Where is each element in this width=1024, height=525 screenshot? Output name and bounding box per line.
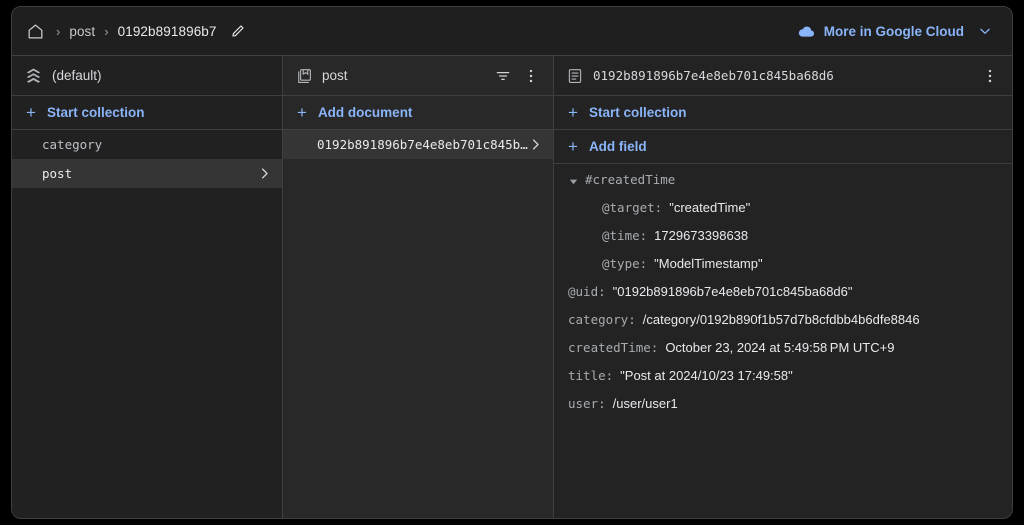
chevron-right-icon: [528, 137, 543, 152]
document-header-actions: [978, 64, 1002, 88]
top-bar: › post › 0192b891896b7 More in Google Cl…: [12, 7, 1012, 56]
collection-label: category: [42, 137, 103, 152]
field-row[interactable]: #createdTime: [554, 169, 1012, 197]
add-document-button[interactable]: + Add document: [283, 96, 553, 130]
collection-header-actions: [491, 64, 543, 88]
more-in-google-cloud-button[interactable]: More in Google Cloud: [791, 18, 998, 45]
database-name: (default): [52, 68, 102, 83]
field-row[interactable]: @target: "createdTime": [554, 197, 1012, 225]
breadcrumb-item-document[interactable]: 0192b891896b7: [118, 24, 217, 39]
document-icon: [566, 67, 584, 85]
list-item[interactable]: 0192b891896b7e4e8eb701c845b…: [283, 130, 553, 159]
cloud-icon: [797, 22, 816, 41]
sidebar-item-category[interactable]: category: [12, 130, 282, 159]
field-value: "0192b891896b7e4e8eb701c845ba68d6": [612, 284, 853, 299]
chevron-right-icon: [257, 166, 272, 181]
collapse-triangle-icon[interactable]: [568, 176, 585, 187]
document-panel: 0192b891896b7e4e8eb701c845ba68d6 + Start…: [554, 56, 1012, 518]
field-key: category:: [568, 312, 636, 327]
more-vert-icon[interactable]: [978, 64, 1002, 88]
add-field-button[interactable]: + Add field: [554, 130, 1012, 164]
document-panel-header: 0192b891896b7e4e8eb701c845ba68d6: [554, 56, 1012, 96]
field-value: "ModelTimestamp": [654, 256, 763, 271]
plus-icon: +: [26, 102, 36, 122]
field-key: createdTime:: [568, 340, 659, 355]
field-key: @type:: [602, 256, 648, 271]
database-panel-header: (default): [12, 56, 282, 96]
chevron-down-icon: [978, 24, 992, 38]
document-id-label: 0192b891896b7e4e8eb701c845b…: [317, 137, 528, 152]
field-value: 1729673398638: [654, 228, 749, 243]
field-row[interactable]: @time: 1729673398638: [554, 225, 1012, 253]
field-row[interactable]: createdTime: October 23, 2024 at 5:49:58…: [554, 337, 1012, 365]
field-row[interactable]: @uid: "0192b891896b7e4e8eb701c845ba68d6": [554, 281, 1012, 309]
pencil-icon[interactable]: [228, 21, 248, 41]
document-list: 0192b891896b7e4e8eb701c845b…: [283, 130, 553, 518]
field-key: @uid:: [568, 284, 606, 299]
collection-name: post: [322, 68, 348, 83]
field-value: /category/0192b890f1b57d7b8cfdbb4b6dfe88…: [642, 312, 920, 327]
breadcrumb-separator: ›: [56, 23, 61, 39]
start-collection-button[interactable]: + Start collection: [12, 96, 282, 130]
breadcrumb-item-post[interactable]: post: [69, 24, 95, 39]
firestore-database-icon: [24, 66, 43, 85]
field-value: "createdTime": [669, 200, 751, 215]
field-key: user:: [568, 396, 606, 411]
field-row[interactable]: user: /user/user1: [554, 393, 1012, 421]
more-in-google-cloud-label: More in Google Cloud: [823, 23, 964, 39]
plus-icon: +: [297, 102, 307, 122]
start-collection-button[interactable]: + Start collection: [554, 96, 1012, 130]
collection-list: category post: [12, 130, 282, 518]
collection-label: post: [42, 166, 73, 181]
document-id: 0192b891896b7e4e8eb701c845ba68d6: [593, 68, 834, 83]
field-value: /user/user1: [612, 396, 678, 411]
panes-container: (default) + Start collection category po…: [12, 56, 1012, 518]
breadcrumb: › post › 0192b891896b7: [24, 20, 791, 43]
field-value: October 23, 2024 at 5:49:58 PM UTC+9: [665, 340, 895, 355]
filter-icon[interactable]: [491, 64, 515, 88]
collection-panel-header: post: [283, 56, 553, 96]
plus-icon: +: [568, 136, 578, 156]
home-icon[interactable]: [24, 20, 47, 43]
database-panel: (default) + Start collection category po…: [12, 56, 283, 518]
field-key: title:: [568, 368, 614, 383]
collection-panel: post + Add document 0192b891896b7e4e8eb7…: [283, 56, 554, 518]
plus-icon: +: [568, 102, 578, 122]
field-key: #createdTime: [585, 172, 676, 187]
more-vert-icon[interactable]: [519, 64, 543, 88]
field-list: #createdTime @target: "createdTime" @tim…: [554, 164, 1012, 518]
start-collection-label: Start collection: [588, 105, 687, 120]
field-row[interactable]: @type: "ModelTimestamp": [554, 253, 1012, 281]
sidebar-item-post[interactable]: post: [12, 159, 282, 188]
add-field-label: Add field: [588, 139, 647, 154]
start-collection-label: Start collection: [46, 105, 145, 120]
field-row[interactable]: category: /category/0192b890f1b57d7b8cfd…: [554, 309, 1012, 337]
add-document-label: Add document: [317, 105, 413, 120]
field-row[interactable]: title: "Post at 2024/10/23 17:49:58": [554, 365, 1012, 393]
field-key: @target:: [602, 200, 663, 215]
breadcrumb-separator: ›: [104, 23, 109, 39]
field-value: "Post at 2024/10/23 17:49:58": [620, 368, 793, 383]
collection-icon: [295, 67, 313, 85]
field-key: @time:: [602, 228, 648, 243]
firebase-console-window: › post › 0192b891896b7 More in Google Cl…: [11, 6, 1013, 519]
